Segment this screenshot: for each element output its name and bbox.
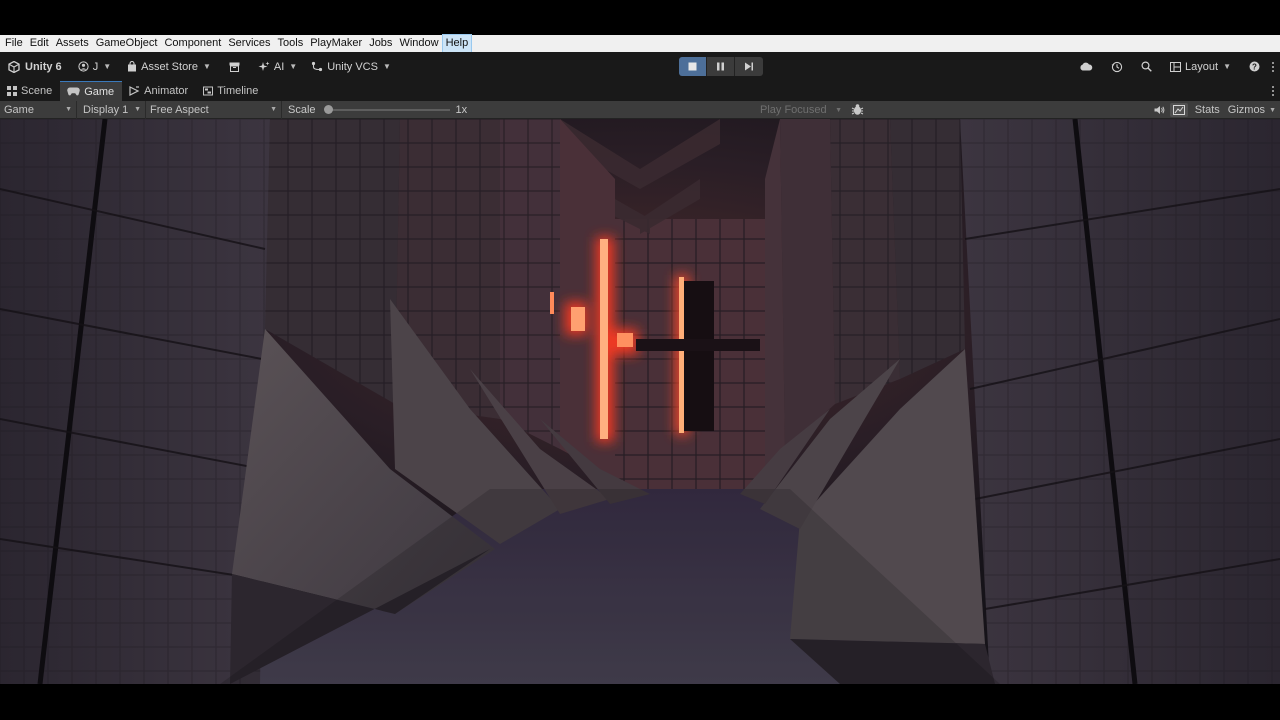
display-dropdown[interactable]: Display 1 ▼ [77, 100, 146, 119]
game-scene [0, 119, 1280, 684]
asset-store-label: Asset Store [141, 60, 198, 73]
playback-controls [679, 57, 763, 76]
letterbox-top [0, 0, 1280, 35]
layout-icon [1170, 61, 1182, 72]
menu-jobs[interactable]: Jobs [366, 35, 395, 52]
menu-window[interactable]: Window [396, 35, 441, 52]
timeline-icon [203, 86, 214, 96]
help-button[interactable]: ? [1245, 57, 1264, 77]
version-control-icon [312, 61, 323, 72]
menu-tools[interactable]: Tools [275, 35, 307, 52]
vcs-label: Unity VCS [327, 60, 378, 73]
chevron-down-icon: ▼ [270, 106, 277, 113]
tab-label: Animator [144, 85, 189, 97]
scale-control: Scale 1x [282, 101, 467, 119]
asset-store-dropdown[interactable]: Asset Store ▼ [123, 57, 215, 77]
animator-icon [129, 86, 140, 96]
gamepad-icon [67, 87, 80, 96]
stats-button[interactable]: Stats [1191, 104, 1224, 116]
menu-edit[interactable]: Edit [27, 35, 52, 52]
aspect-label: Free Aspect [150, 103, 209, 116]
undo-history-button[interactable] [1107, 57, 1127, 77]
package-button[interactable] [225, 57, 244, 77]
game-view-right: Stats Gizmos ▼ [1149, 101, 1280, 119]
display-label: Display 1 [83, 103, 129, 116]
view-type-dropdown[interactable]: Game ▼ [0, 100, 77, 119]
unity-logo-icon [8, 60, 20, 73]
vcs-dropdown[interactable]: Unity VCS ▼ [307, 57, 395, 77]
stop-icon [688, 62, 697, 71]
chevron-down-icon[interactable]: ▼ [1269, 107, 1280, 114]
stop-button[interactable] [679, 57, 707, 76]
account-label: J [92, 60, 99, 73]
tab-label: Scene [21, 85, 53, 97]
search-button[interactable] [1137, 57, 1156, 77]
chevron-down-icon: ▼ [835, 106, 842, 114]
step-forward-icon [745, 62, 753, 71]
menu-playmaker[interactable]: PlayMaker [307, 35, 365, 52]
chevron-down-icon: ▼ [134, 106, 141, 113]
pause-button[interactable] [707, 57, 735, 76]
cloud-button[interactable] [1075, 57, 1097, 77]
tab-label: Game [84, 85, 115, 98]
scale-label: Scale [288, 103, 316, 116]
ai-dropdown[interactable]: AI ▼ [254, 57, 301, 77]
scale-slider-thumb[interactable] [323, 104, 333, 114]
grid-icon [7, 86, 17, 96]
layout-dropdown[interactable]: Layout ▼ [1166, 57, 1235, 77]
letterbox-bottom [0, 684, 1280, 720]
more-options-icon[interactable] [1266, 61, 1280, 72]
help-icon: ? [1249, 61, 1260, 72]
scale-value: 1x [455, 103, 468, 116]
scale-slider[interactable] [323, 104, 450, 114]
main-toolbar: Unity 6 J ▼ Asset Store ▼ AI ▼ Unity VCS… [0, 52, 1280, 81]
menu-component[interactable]: Component [161, 35, 224, 52]
shopping-bag-icon [128, 61, 137, 72]
play-focused-dropdown[interactable]: Play Focused ▼ [757, 101, 845, 119]
menu-bar: File Edit Assets GameObject Component Se… [0, 34, 1280, 53]
game-view-toolbar: Game ▼ Display 1 ▼ Free Aspect ▼ Scale 1… [0, 100, 1280, 119]
toolbar-right: Layout ▼ ? [1075, 52, 1280, 81]
chevron-down-icon: ▼ [382, 62, 391, 71]
tab-scene[interactable]: Scene [0, 81, 60, 101]
menu-help[interactable]: Help [441, 34, 473, 53]
chevron-down-icon: ▼ [103, 62, 112, 71]
play-focused-label: Play Focused [760, 104, 827, 116]
bug-icon[interactable] [851, 104, 864, 119]
tab-animator[interactable]: Animator [122, 81, 196, 101]
tab-timeline[interactable]: Timeline [196, 81, 266, 101]
menu-services[interactable]: Services [225, 35, 273, 52]
gizmos-dropdown[interactable]: Gizmos [1224, 104, 1269, 116]
menu-gameobject[interactable]: GameObject [93, 35, 161, 52]
package-icon [229, 62, 240, 72]
aspect-dropdown[interactable]: Free Aspect ▼ [146, 100, 282, 119]
menu-file[interactable]: File [2, 35, 26, 52]
product-label: Unity 6 [25, 60, 62, 73]
history-icon [1111, 61, 1123, 72]
view-type-label: Game [4, 103, 34, 116]
svg-text:?: ? [1252, 63, 1257, 72]
game-viewport[interactable] [0, 119, 1280, 684]
pause-icon [717, 62, 724, 71]
search-icon [1141, 61, 1152, 72]
sparkle-icon [258, 61, 270, 71]
layout-label: Layout [1185, 60, 1219, 73]
chevron-down-icon: ▼ [289, 62, 298, 71]
menu-assets[interactable]: Assets [53, 35, 92, 52]
tab-options-icon[interactable] [1266, 81, 1280, 101]
tab-game[interactable]: Game [60, 81, 123, 101]
view-tabs: Scene Game Animator Timeline [0, 81, 1280, 101]
step-button[interactable] [735, 57, 763, 76]
chevron-down-icon: ▼ [202, 62, 211, 71]
ai-label: AI [273, 60, 285, 73]
overlay-toggle-icon[interactable] [1169, 103, 1188, 117]
chevron-down-icon: ▼ [1223, 62, 1231, 71]
unity-version-button[interactable]: Unity 6 [4, 57, 66, 77]
account-icon [78, 61, 89, 72]
speaker-icon[interactable] [1149, 105, 1170, 115]
chevron-down-icon: ▼ [65, 106, 72, 113]
tab-label: Timeline [217, 85, 259, 97]
account-dropdown[interactable]: J ▼ [74, 57, 115, 77]
cloud-icon [1080, 62, 1093, 71]
